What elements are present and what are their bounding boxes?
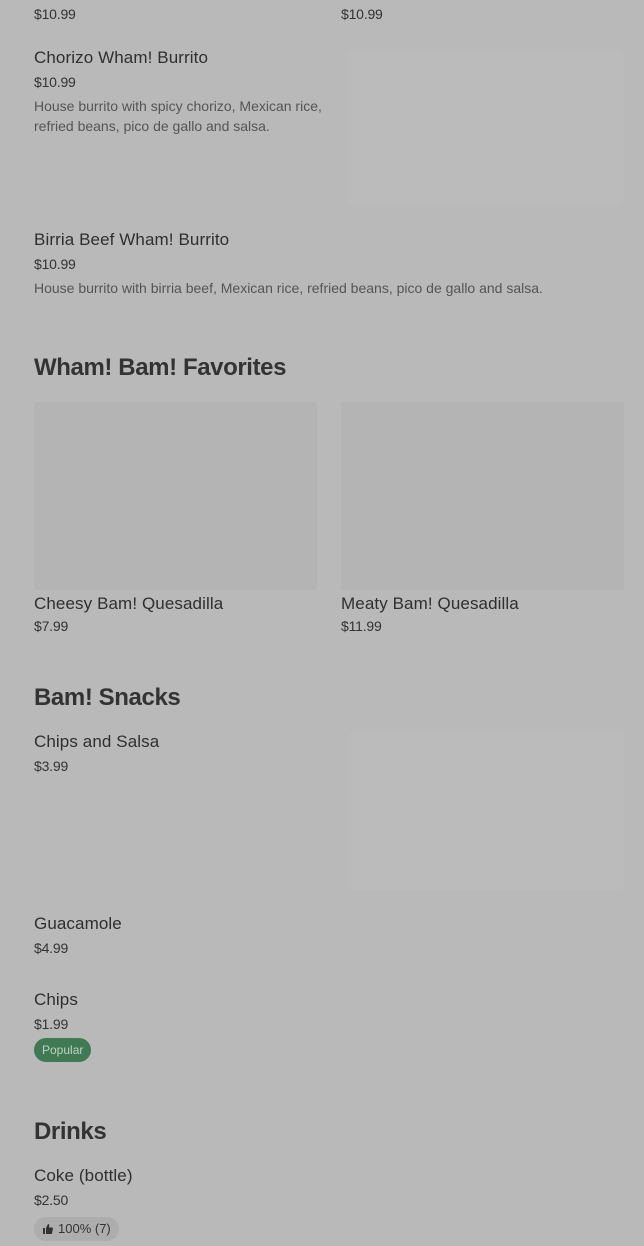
- menu-item-chorizo-burrito[interactable]: Chorizo Wham! Burrito $10.99 House burri…: [34, 46, 334, 206]
- item-description: House burrito with birria beef, Mexican …: [34, 280, 543, 296]
- item-name: Guacamole: [34, 914, 122, 933]
- item-name: Birria Beef Wham! Burrito: [34, 230, 230, 249]
- menu-item-birria-burrito[interactable]: Birria Beef Wham! Burrito $10.99 House b…: [34, 228, 624, 308]
- section-title: Bam! Snacks: [34, 684, 181, 711]
- rating-text: 100% (7): [58, 1221, 111, 1236]
- item-image: [34, 402, 317, 590]
- item-price: $10.99: [34, 256, 76, 272]
- item-description: House burrito with spicy chorizo, Mexica…: [34, 98, 322, 134]
- item-price: $2.50: [34, 1192, 69, 1208]
- menu-item-guacamole[interactable]: Guacamole $4.99: [34, 912, 334, 972]
- item-price: $3.99: [34, 758, 69, 774]
- menu-item-chips-and-salsa[interactable]: Chips and Salsa $3.99: [34, 730, 334, 790]
- item-name: Cheesy Bam! Quesadilla: [34, 594, 224, 613]
- menu-item-chips[interactable]: Chips $1.99 Popular: [34, 988, 334, 1068]
- item-name: Coke (bottle): [34, 1166, 133, 1185]
- item-price: $4.99: [34, 940, 69, 956]
- rating-badge: 100% (7): [34, 1217, 119, 1241]
- section-title: Wham! Bam! Favorites: [34, 354, 287, 381]
- item-name: Chips and Salsa: [34, 732, 160, 751]
- item-price: $10.99: [34, 74, 76, 90]
- item-price: $11.99: [341, 618, 382, 634]
- item-image: [348, 49, 624, 205]
- item-name: Meaty Bam! Quesadilla: [341, 594, 519, 613]
- thumbs-up-icon: [42, 1223, 54, 1235]
- popular-badge: Popular: [34, 1038, 92, 1062]
- item-image: [348, 732, 624, 890]
- item-price: $10.99: [34, 6, 76, 22]
- item-name: Chorizo Wham! Burrito: [34, 48, 209, 67]
- item-price: $1.99: [34, 1016, 69, 1032]
- item-name: Chips: [34, 990, 78, 1009]
- menu-item-coke-bottle[interactable]: Coke (bottle) $2.50 100% (7): [34, 1164, 334, 1246]
- item-price: $7.99: [34, 618, 69, 634]
- item-price: $10.99: [341, 6, 383, 22]
- section-title: Drinks: [34, 1118, 107, 1145]
- item-image: [341, 402, 624, 590]
- menu-card-cheesy-quesadilla[interactable]: Cheesy Bam! Quesadilla $7.99: [34, 402, 317, 642]
- menu-card-meaty-quesadilla[interactable]: Meaty Bam! Quesadilla $11.99: [341, 402, 624, 642]
